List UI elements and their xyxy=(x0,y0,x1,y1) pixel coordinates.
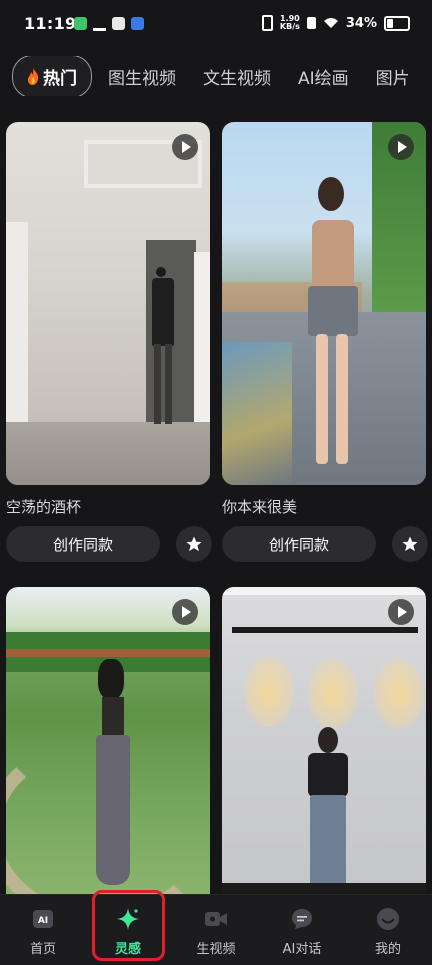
favorite-button[interactable] xyxy=(176,526,212,562)
network-speed: 1.90 KB/s xyxy=(279,14,300,31)
battery-icon xyxy=(384,15,410,31)
play-icon[interactable] xyxy=(388,599,414,625)
nav-label: AI对话 xyxy=(282,942,322,957)
video-thumbnail[interactable] xyxy=(222,587,426,907)
tab-label: 热门 xyxy=(43,68,77,89)
vibrate-icon xyxy=(261,15,273,31)
star-icon xyxy=(186,536,202,552)
highlight-box xyxy=(92,890,165,961)
chat-bubble-icon xyxy=(292,909,312,929)
status-time: 11:19 xyxy=(24,14,77,33)
nav-profile[interactable]: 我的 xyxy=(348,895,428,965)
star-icon xyxy=(402,536,418,552)
crown-icon xyxy=(93,20,106,31)
create-same-button[interactable]: 创作同款 xyxy=(222,526,376,562)
nav-label: 首页 xyxy=(29,942,56,957)
battery-level: 34% xyxy=(345,15,377,31)
tab-images[interactable]: 图片 xyxy=(376,64,410,89)
nav-home[interactable]: AI 首页 xyxy=(3,895,83,965)
card-title: 你本来很美 xyxy=(222,498,298,516)
nav-label: 我的 xyxy=(374,942,401,957)
nav-ai-chat[interactable]: AI对话 xyxy=(262,895,342,965)
tab-text-to-video[interactable]: 文生视频 xyxy=(203,64,271,89)
favorite-button[interactable] xyxy=(392,526,428,562)
status-bar: 11:19 1.90 KB/s 34% xyxy=(0,0,432,52)
app-notification-icon xyxy=(74,17,87,30)
video-camera-icon xyxy=(205,912,227,926)
no-sim-icon xyxy=(306,17,316,29)
create-same-button[interactable]: 创作同款 xyxy=(6,526,160,562)
notification-icons xyxy=(74,17,144,31)
wifi-icon xyxy=(323,18,338,28)
ai-home-icon: AI xyxy=(33,910,53,928)
play-icon[interactable] xyxy=(388,134,414,160)
video-thumbnail[interactable] xyxy=(6,122,210,485)
video-thumbnail[interactable] xyxy=(222,122,426,485)
category-tabs: 热门 图生视频 文生视频 AI绘画 图片 xyxy=(12,56,432,96)
tab-hot[interactable]: 热门 xyxy=(12,56,92,96)
play-icon[interactable] xyxy=(172,134,198,160)
play-icon[interactable] xyxy=(172,599,198,625)
nav-label: 生视频 xyxy=(196,942,236,957)
card-title: 空荡的酒杯 xyxy=(6,498,82,516)
tab-ai-drawing[interactable]: AI绘画 xyxy=(298,64,349,89)
flame-icon xyxy=(27,67,39,85)
profile-icon xyxy=(377,908,399,930)
mail-icon xyxy=(112,17,125,30)
video-thumbnail[interactable] xyxy=(6,587,210,907)
bottom-nav: AI 首页 灵感 生视频 AI对话 我的 xyxy=(0,894,432,965)
app-notification-icon xyxy=(131,17,144,30)
nav-generate-video[interactable]: 生视频 xyxy=(176,895,256,965)
status-right: 1.90 KB/s 34% xyxy=(261,14,410,31)
tab-image-to-video[interactable]: 图生视频 xyxy=(108,64,176,89)
svg-text:AI: AI xyxy=(38,916,48,926)
